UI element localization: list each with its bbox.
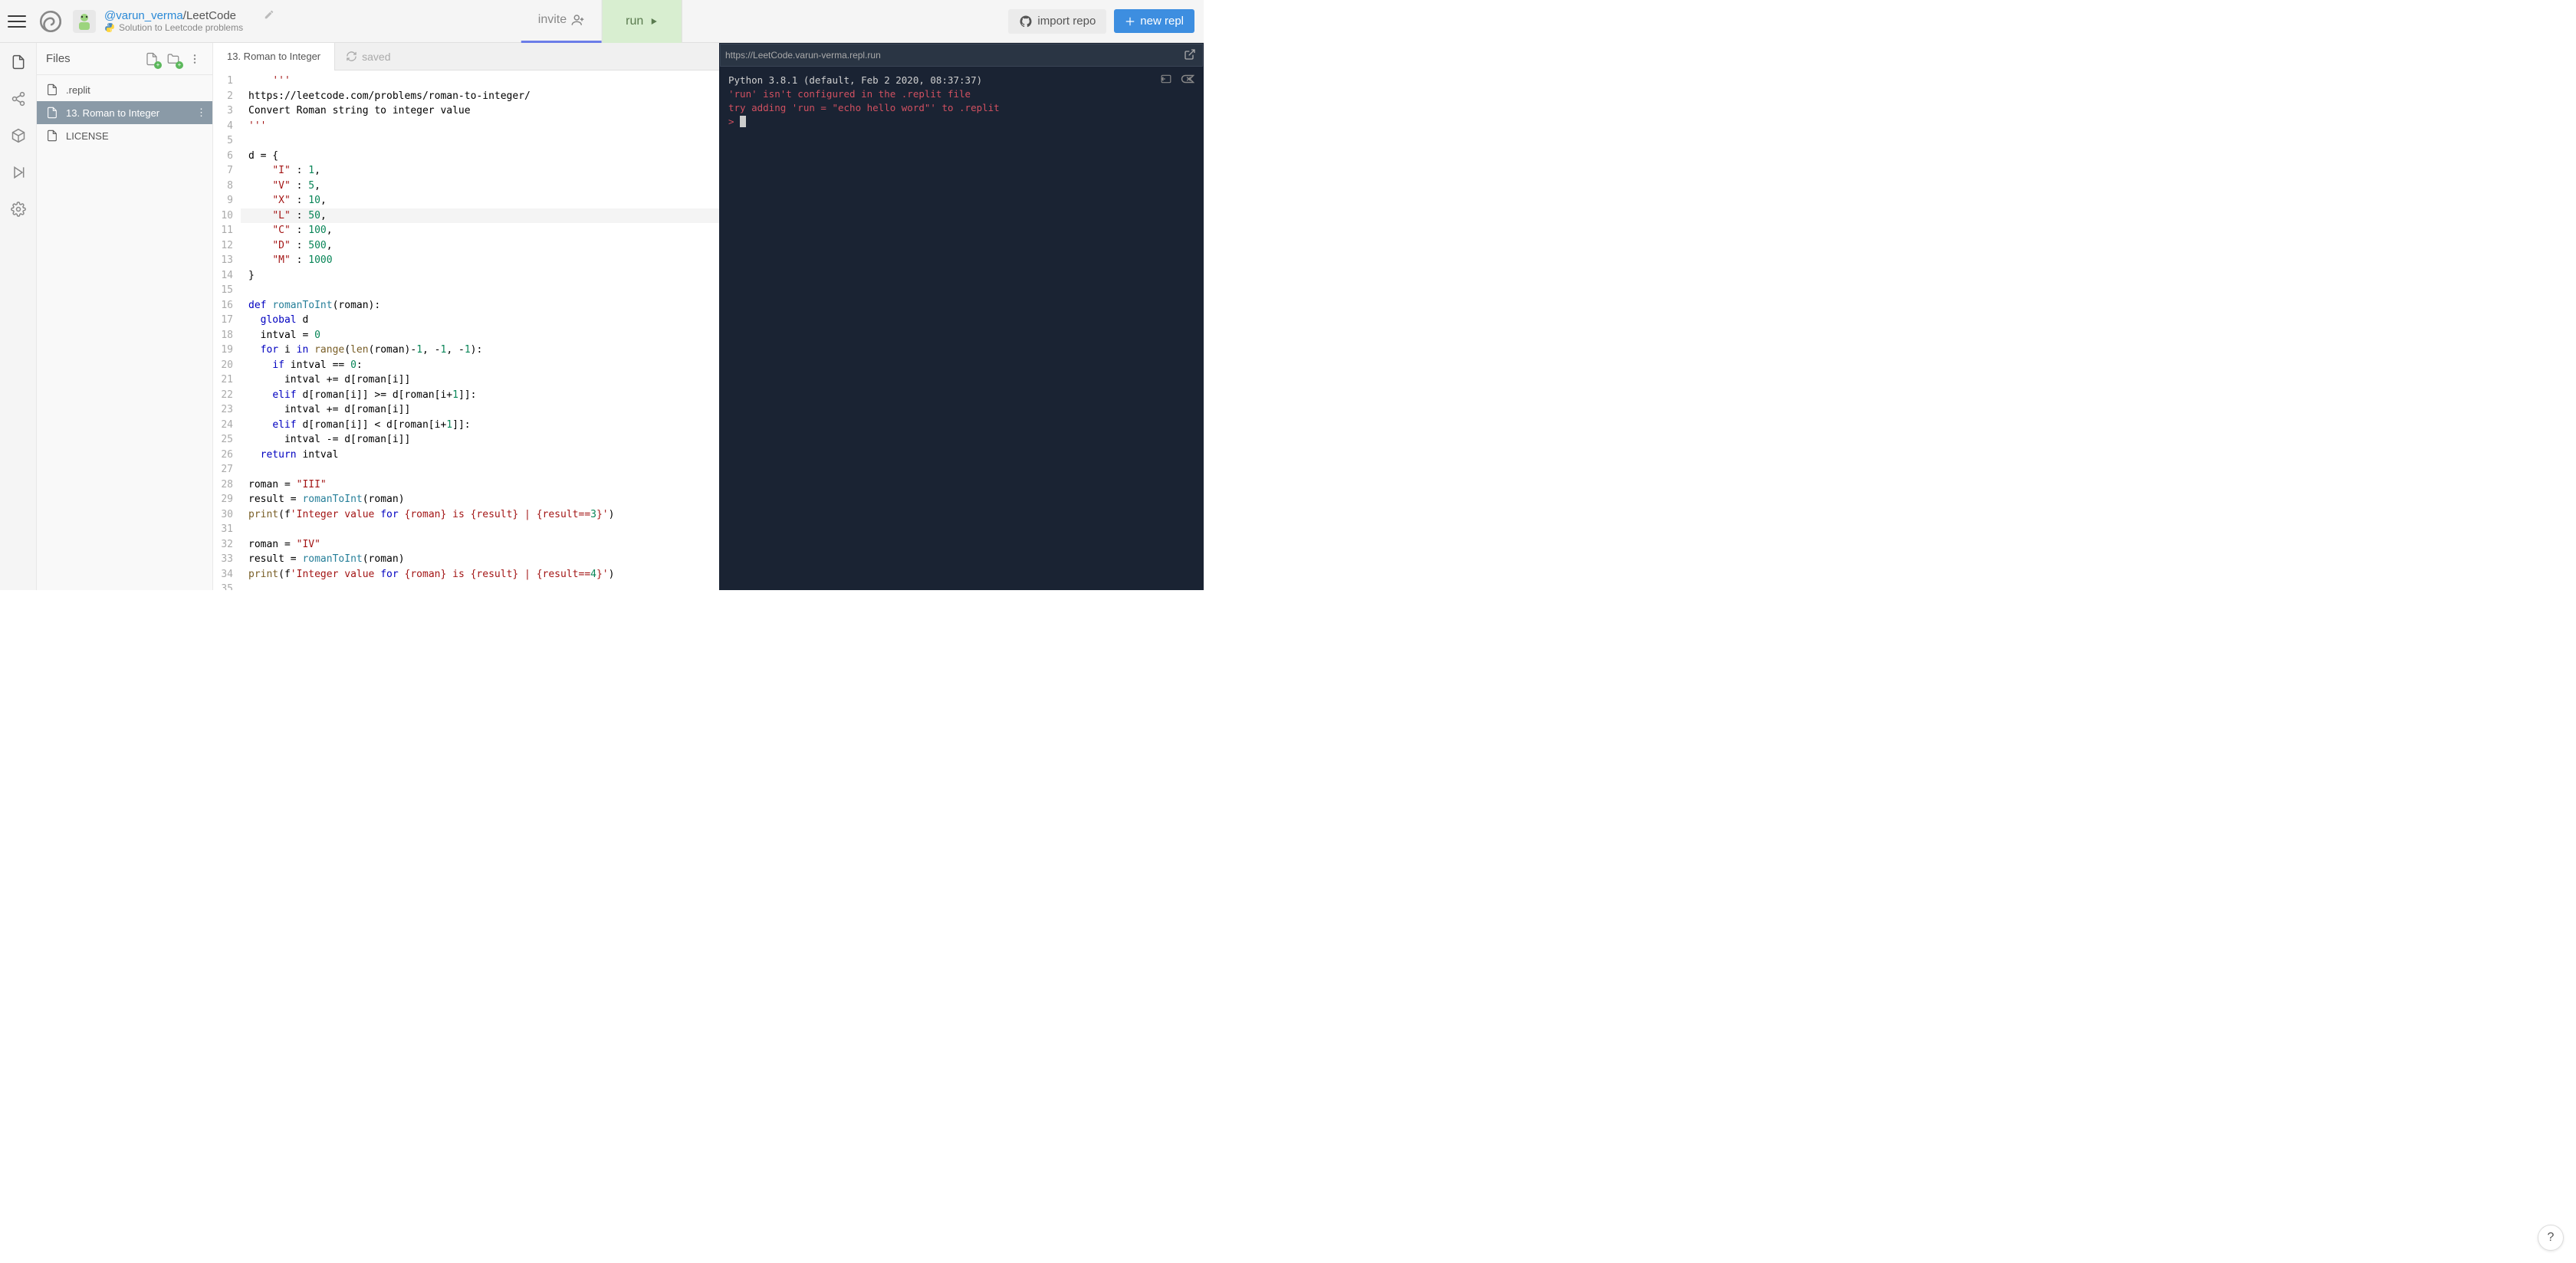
saved-indicator: saved [335, 51, 401, 63]
invite-button[interactable]: invite [521, 0, 602, 43]
console-panel: Python 3.8.1 (default, Feb 2 2020, 08:37… [719, 43, 1204, 590]
repl-subtitle: Solution to Leetcode problems [119, 22, 243, 33]
new-folder-button[interactable]: + [165, 51, 182, 67]
console-output[interactable]: Python 3.8.1 (default, Feb 2 2020, 08:37… [719, 67, 1204, 590]
file-list: .replit13. Roman to Integer⋮LICENSE [37, 75, 212, 150]
file-more-icon[interactable]: ⋮ [196, 107, 206, 119]
python-icon [104, 22, 115, 33]
files-header: Files + + [37, 43, 212, 75]
invite-icon [571, 13, 585, 27]
settings-rail-icon[interactable] [10, 201, 27, 218]
console-url-bar [720, 44, 1203, 67]
user-avatar[interactable] [72, 9, 97, 34]
refresh-icon [346, 51, 357, 62]
repo-name: /LeetCode [183, 9, 236, 22]
files-rail-icon[interactable] [10, 54, 27, 71]
header-center: invite run [521, 0, 682, 42]
github-icon [1019, 15, 1033, 28]
share-rail-icon[interactable] [10, 90, 27, 107]
files-title: Files [46, 52, 139, 65]
plus-icon [1125, 16, 1135, 27]
new-repl-button[interactable]: new repl [1114, 9, 1194, 33]
menu-icon[interactable] [8, 12, 26, 31]
repl-title-block: @varun_verma/LeetCode Solution to Leetco… [104, 9, 274, 33]
console-line: Python 3.8.1 (default, Feb 2 2020, 08:37… [728, 74, 1194, 87]
file-item[interactable]: .replit [37, 78, 212, 101]
editor-area: 13. Roman to Integer saved 1234567891011… [213, 43, 719, 590]
file-item[interactable]: LICENSE [37, 124, 212, 147]
run-button[interactable]: run [602, 0, 682, 43]
open-external-icon[interactable] [1184, 48, 1198, 62]
header-right: import repo new repl [1008, 9, 1194, 34]
file-icon [46, 130, 58, 142]
repl-url-input[interactable] [725, 50, 1179, 61]
cursor [740, 116, 746, 127]
terminal-import-icon[interactable] [1159, 74, 1173, 88]
file-icon [46, 84, 58, 96]
files-panel: Files + + .replit13. Roman to Integer⋮LI… [37, 43, 213, 590]
console-prompt: > [728, 116, 734, 127]
import-repo-button[interactable]: import repo [1008, 9, 1106, 34]
terminal-clear-icon[interactable] [1181, 74, 1194, 88]
tabs-bar: 13. Roman to Integer saved [213, 43, 719, 71]
console-line: 'run' isn't configured in the .replit fi… [728, 87, 1194, 101]
left-rail [0, 43, 37, 590]
console-line: try adding 'run = "echo hello word"' to … [728, 101, 1194, 115]
debugger-rail-icon[interactable] [10, 164, 27, 181]
owner-link[interactable]: @varun_verma [104, 9, 183, 22]
tab-active[interactable]: 13. Roman to Integer [213, 43, 335, 71]
header: @varun_verma/LeetCode Solution to Leetco… [0, 0, 1204, 43]
file-item[interactable]: 13. Roman to Integer⋮ [37, 101, 212, 124]
help-button[interactable]: ? [2538, 1225, 2564, 1251]
console-icons [1159, 74, 1194, 88]
new-file-button[interactable]: + [143, 51, 160, 67]
file-icon [46, 107, 58, 119]
code-editor[interactable]: 1234567891011121314151617181920212223242… [213, 71, 719, 590]
line-gutter: 1234567891011121314151617181920212223242… [213, 71, 241, 590]
edit-icon[interactable] [264, 9, 274, 22]
play-icon [649, 17, 659, 26]
main: Files + + .replit13. Roman to Integer⋮LI… [0, 43, 1204, 590]
packages-rail-icon[interactable] [10, 127, 27, 144]
replit-logo[interactable] [37, 8, 64, 35]
files-more-button[interactable] [186, 51, 203, 67]
code-content[interactable]: '''https://leetcode.com/problems/roman-t… [241, 71, 719, 590]
